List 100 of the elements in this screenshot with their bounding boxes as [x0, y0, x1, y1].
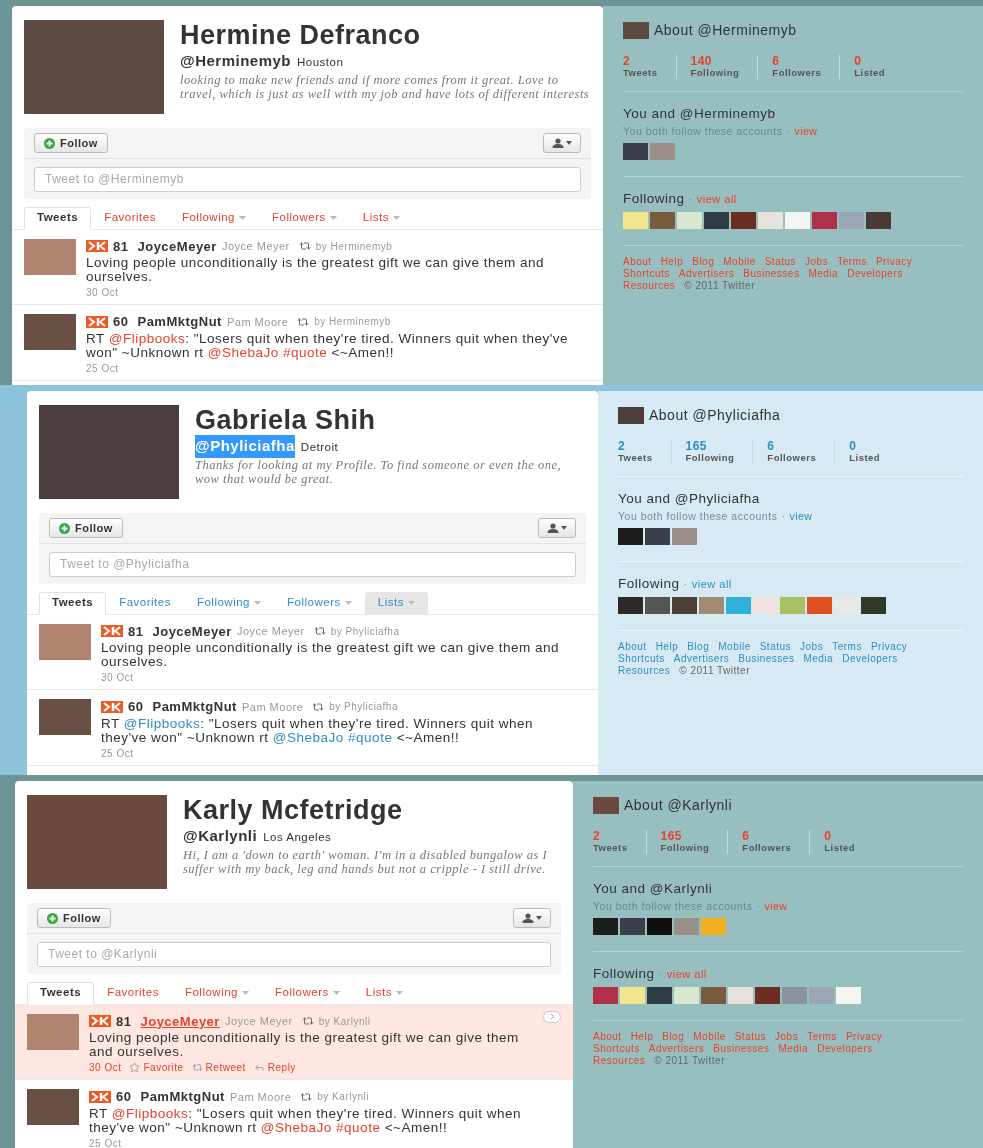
account-avatar[interactable]: [672, 597, 697, 615]
tweet-link[interactable]: @ShebaJo: [260, 1119, 332, 1135]
footer-link[interactable]: Resources: [593, 1055, 646, 1068]
profile-tab[interactable]: Tweets: [27, 981, 95, 1005]
tweet-link[interactable]: @ShebaJo: [207, 344, 279, 360]
tweet-action-link[interactable]: Reply: [267, 1060, 296, 1075]
footer-link[interactable]: About: [593, 1031, 622, 1044]
stat-link[interactable]: 2 Tweets: [618, 440, 672, 464]
tweet-date[interactable]: 25 Oct: [101, 745, 134, 761]
user-menu-button[interactable]: [538, 518, 576, 538]
tweet-input-field[interactable]: Tweet to @Herminemyb: [34, 166, 581, 192]
footer-link[interactable]: Mobile: [693, 1031, 726, 1044]
footer-link[interactable]: Help: [655, 641, 679, 654]
profile-tab[interactable]: Lists: [349, 206, 413, 230]
footer-link[interactable]: Advertisers: [648, 1043, 705, 1056]
view-all-link[interactable]: view all: [691, 575, 732, 593]
footer-link[interactable]: Resources: [623, 280, 676, 293]
profile-tab[interactable]: Lists: [352, 981, 416, 1005]
profile-tab[interactable]: Followers: [259, 206, 350, 230]
tweet-input-field[interactable]: Tweet to @Karlynli: [37, 941, 551, 967]
tweet-date[interactable]: 30 Oct: [86, 285, 119, 300]
stat-link[interactable]: 0 Listed: [824, 830, 874, 854]
footer-link[interactable]: Shortcuts: [623, 268, 670, 281]
footer-link[interactable]: Jobs: [800, 641, 824, 654]
profile-tab[interactable]: Favorites: [91, 206, 169, 230]
tweet-link[interactable]: @ShebaJo: [272, 729, 344, 745]
follow-button[interactable]: Follow: [49, 518, 123, 538]
footer-link[interactable]: Developers: [847, 268, 903, 281]
profile-tab[interactable]: Following: [183, 591, 274, 615]
footer-link[interactable]: Advertisers: [673, 653, 730, 666]
footer-link[interactable]: Shortcuts: [593, 1043, 640, 1056]
profile-tab[interactable]: Lists: [364, 591, 428, 615]
stat-link[interactable]: 165 Following: [685, 440, 754, 464]
footer-link[interactable]: Mobile: [723, 256, 756, 269]
tweet-date[interactable]: 30 Oct: [101, 670, 134, 685]
stat-link[interactable]: 2 Tweets: [623, 55, 677, 79]
footer-link[interactable]: Help: [660, 256, 684, 269]
stat-link[interactable]: 0 Listed: [854, 55, 904, 79]
footer-link[interactable]: Shortcuts: [618, 653, 665, 666]
footer-link[interactable]: Help: [630, 1031, 654, 1044]
tweet-input-field[interactable]: Tweet to @Phyliciafha: [49, 551, 576, 577]
profile-tab[interactable]: Following: [168, 206, 259, 230]
footer-link[interactable]: Blog: [662, 1031, 685, 1044]
profile-tab[interactable]: Favorites: [94, 981, 172, 1005]
account-avatar[interactable]: [704, 212, 729, 230]
footer-link[interactable]: Businesses: [738, 653, 795, 666]
footer-link[interactable]: Blog: [687, 641, 710, 654]
footer-link[interactable]: Terms: [832, 641, 862, 654]
stat-link[interactable]: 6 Followers: [742, 830, 811, 854]
tweet-row[interactable]: 81 JoyceMeyer Joyce Meyer by Karlynli Loving people unconditionally is the greatest gift we can give them and ourselves. 30 Oct Favorite Retweet Reply: [15, 1004, 573, 1080]
footer-link[interactable]: Resources: [618, 665, 671, 678]
footer-link[interactable]: Terms: [807, 1031, 837, 1044]
account-avatar[interactable]: [861, 597, 886, 615]
username-link[interactable]: JoyceMeyer: [137, 236, 217, 256]
footer-link[interactable]: Privacy: [845, 1031, 883, 1044]
footer-link[interactable]: Status: [759, 641, 792, 654]
stat-link[interactable]: 2 Tweets: [593, 830, 647, 854]
stat-link[interactable]: 0 Listed: [849, 440, 899, 464]
footer-link[interactable]: About: [623, 256, 652, 269]
stat-link[interactable]: 140 Following: [690, 55, 759, 79]
profile-tab[interactable]: Tweets: [24, 206, 92, 230]
profile-tab[interactable]: Following: [171, 981, 262, 1005]
footer-link[interactable]: Privacy: [875, 256, 913, 269]
account-avatar[interactable]: [755, 987, 780, 1005]
profile-tab[interactable]: Favorites: [106, 591, 184, 615]
view-all-link[interactable]: view all: [696, 190, 737, 208]
profile-tab[interactable]: Followers: [262, 981, 353, 1005]
username-link[interactable]: PamMktgNut: [140, 1087, 225, 1107]
footer-link[interactable]: Privacy: [870, 641, 908, 654]
footer-link[interactable]: Status: [764, 256, 797, 269]
tweet-date[interactable]: 25 Oct: [89, 1135, 122, 1148]
follow-button[interactable]: Follow: [37, 908, 111, 928]
footer-link[interactable]: Blog: [692, 256, 715, 269]
tweet-action-link[interactable]: Favorite: [143, 1060, 184, 1075]
footer-link[interactable]: Developers: [817, 1043, 873, 1056]
stat-link[interactable]: 6 Followers: [772, 55, 841, 79]
username-link[interactable]: PamMktgNut: [152, 697, 237, 717]
follow-button[interactable]: Follow: [34, 133, 108, 153]
footer-link[interactable]: Media: [803, 653, 834, 666]
username-link[interactable]: PamMktgNut: [137, 312, 222, 332]
footer-link[interactable]: About: [618, 641, 647, 654]
footer-link[interactable]: Status: [734, 1031, 767, 1044]
account-avatar[interactable]: [866, 212, 891, 230]
account-avatar[interactable]: [645, 597, 670, 615]
footer-link[interactable]: Businesses: [743, 268, 800, 281]
username-link[interactable]: JoyceMeyer: [152, 621, 232, 641]
profile-tab[interactable]: Tweets: [39, 591, 107, 615]
footer-link[interactable]: Terms: [837, 256, 867, 269]
view-link[interactable]: view: [764, 899, 788, 915]
tweet-date[interactable]: 25 Oct: [86, 360, 119, 376]
footer-link[interactable]: Advertisers: [678, 268, 735, 281]
footer-link[interactable]: Mobile: [718, 641, 751, 654]
footer-link[interactable]: Media: [808, 268, 839, 281]
tweet-link[interactable]: #quote: [283, 344, 328, 360]
account-avatar[interactable]: [647, 987, 672, 1005]
view-link[interactable]: view: [789, 509, 813, 525]
account-avatar[interactable]: [618, 597, 643, 615]
stat-link[interactable]: 6 Followers: [767, 440, 836, 464]
view-all-link[interactable]: view all: [666, 965, 707, 983]
tweet-action-link[interactable]: Retweet: [205, 1060, 246, 1075]
